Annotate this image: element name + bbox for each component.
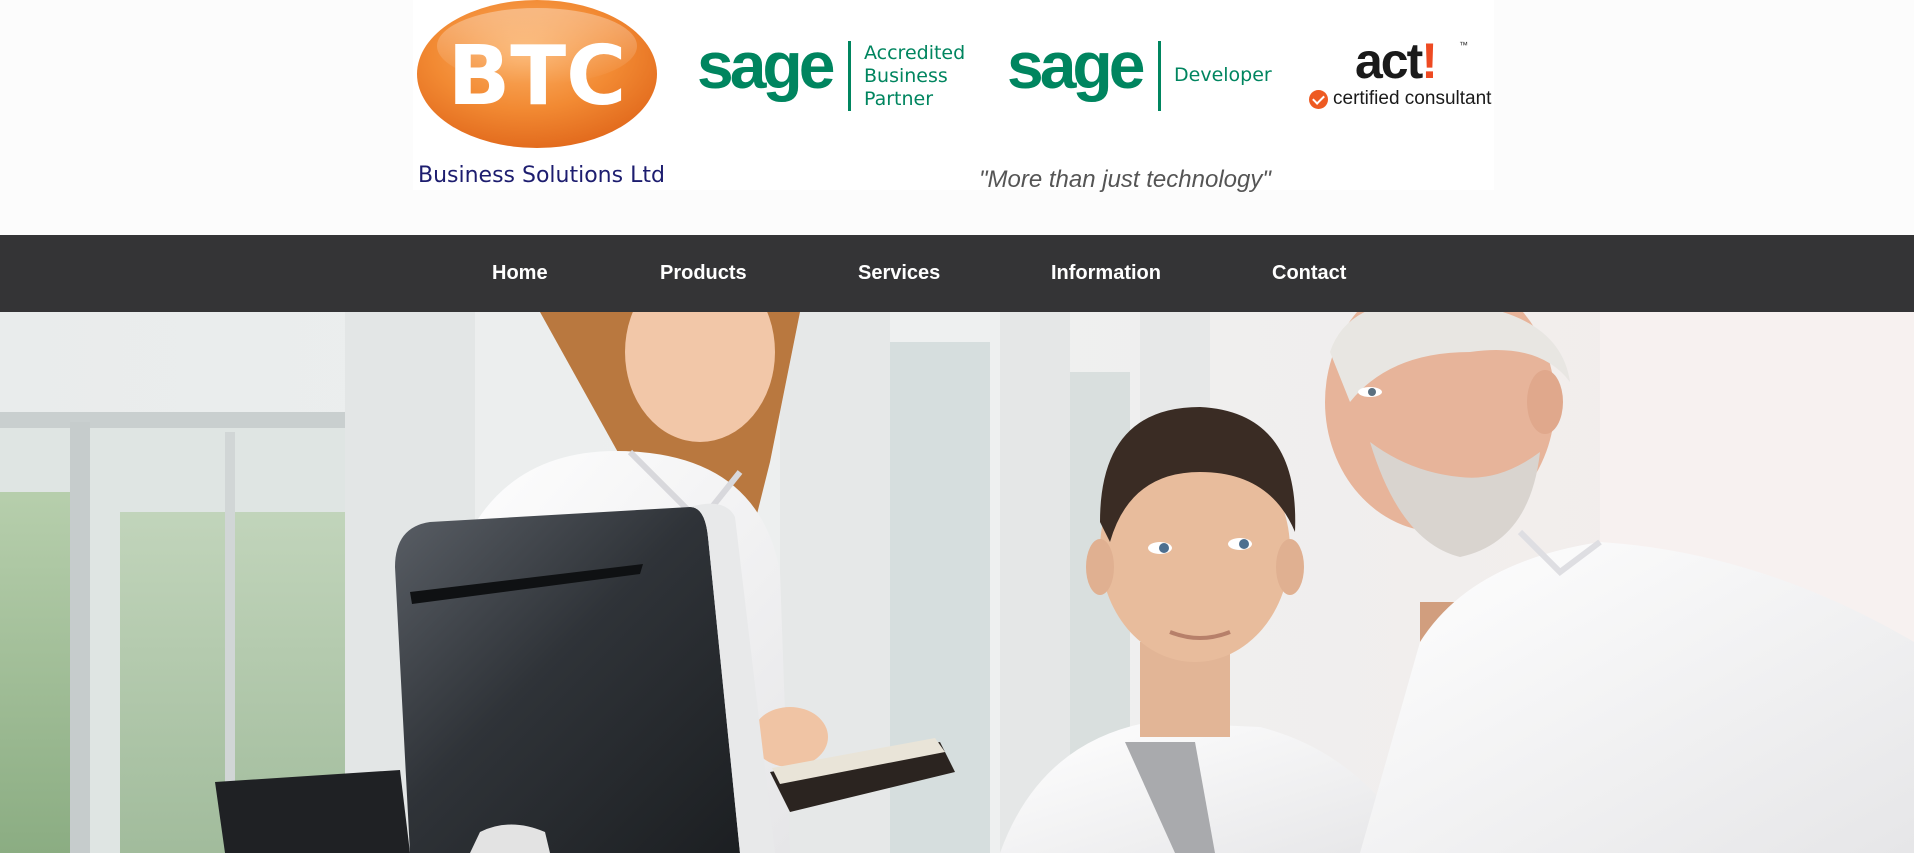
sage-partner-line2: Business — [864, 65, 948, 87]
act-certified-logo: act! ™ certified consultant — [1309, 36, 1494, 116]
sage-partner-logo: sage Accredited Business Partner — [697, 38, 967, 116]
sage-developer-label: Developer — [1174, 64, 1272, 86]
check-circle-icon — [1309, 89, 1328, 109]
hero-image — [0, 312, 1914, 853]
sage-partner-text: Accredited Business Partner — [864, 42, 965, 111]
sage-partner-line3: Partner — [864, 88, 934, 110]
svg-text:sage: sage — [1007, 38, 1144, 102]
nav-item-contact[interactable]: Contact — [1272, 235, 1346, 312]
sage-developer-logo: sage Developer — [1007, 38, 1277, 116]
sage-divider — [848, 41, 851, 111]
site-header: BTC Business Solutions Ltd sage Accredit… — [0, 0, 1914, 235]
act-certification: certified consultant — [1309, 88, 1491, 110]
sage-divider — [1158, 41, 1161, 111]
sage-wordmark: sage — [697, 38, 837, 102]
btc-logo-text: BTC — [448, 29, 627, 124]
office-team-photo — [0, 312, 1914, 853]
nav-item-information[interactable]: Information — [1051, 235, 1161, 312]
nav-item-services[interactable]: Services — [858, 235, 940, 312]
main-navigation: Home Products Services Information Conta… — [0, 235, 1914, 312]
act-wordmark: act! — [1355, 33, 1438, 89]
sage-partner-line1: Accredited — [864, 42, 966, 64]
act-trademark: ™ — [1459, 40, 1468, 50]
act-certified-text: certified consultant — [1333, 88, 1492, 109]
btc-logo[interactable]: BTC — [415, 0, 659, 152]
nav-item-home[interactable]: Home — [492, 235, 548, 312]
sage-wordmark: sage — [1007, 38, 1147, 102]
logo-banner: BTC Business Solutions Ltd sage Accredit… — [413, 0, 1494, 193]
company-subtitle: Business Solutions Ltd — [418, 163, 665, 188]
tagline: "More than just technology" — [979, 166, 1271, 193]
svg-text:sage: sage — [697, 38, 834, 102]
nav-item-products[interactable]: Products — [660, 235, 747, 312]
